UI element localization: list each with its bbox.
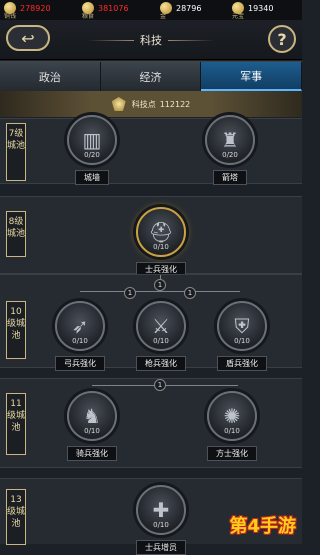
title-line-right <box>168 39 214 41</box>
tech-point-icon <box>111 97 126 111</box>
connector-count: 1 <box>124 287 136 299</box>
tech-node-label: 弓兵强化 <box>55 356 105 371</box>
tech-node-wall[interactable]: ▥ 0/20 城墙 <box>62 115 122 185</box>
tab-economy[interactable]: 经济 <box>100 62 202 91</box>
level-tag: 11级城池 <box>6 393 26 455</box>
title-line-left <box>88 39 134 41</box>
level-tag: 13级城池 <box>6 489 26 545</box>
resource-gold: 金 28796 <box>160 2 202 20</box>
tech-node-label: 骑兵强化 <box>67 446 117 461</box>
tech-node-label: 方士强化 <box>207 446 257 461</box>
tech-node-spear-boost[interactable]: ⚔ 0/10 枪兵强化 <box>131 301 191 371</box>
level-tag: 10级城池 <box>6 301 26 359</box>
back-button[interactable]: ↩ <box>6 25 50 51</box>
back-arrow-icon: ↩ <box>21 28 35 48</box>
resource-bar: 铜钱 278920 粮食 381076 金 28796 元宝 19340 <box>0 0 302 20</box>
tech-node-archer-boost[interactable]: ➶ 0/10 弓兵强化 <box>50 301 110 371</box>
tech-node-arrow-tower[interactable]: ♜ 0/20 箭塔 <box>200 115 260 185</box>
tech-points-bar: 科技点 112122 <box>0 91 302 117</box>
tab-politics[interactable]: 政治 <box>0 62 101 91</box>
tech-node-label: 城墙 <box>75 170 109 185</box>
section-level-7: 7级城池 ▥ 0/20 城墙 ♜ 0/20 箭塔 <box>0 115 302 185</box>
section-level-11: 11级城池 1 ♞ 0/10 骑兵强化 ✺ 0/10 方士强化 <box>0 378 302 468</box>
shield-icon: ⛨ 0/10 <box>217 301 267 351</box>
help-button[interactable]: ? <box>268 25 296 53</box>
tech-node-mage-boost[interactable]: ✺ 0/10 方士强化 <box>202 391 262 461</box>
resource-ingot: 元宝 19340 <box>232 2 274 20</box>
fan-icon: ✺ 0/10 <box>207 391 257 441</box>
tab-military[interactable]: 军事 <box>201 62 303 91</box>
level-tag: 8级城池 <box>6 211 26 257</box>
page-title: 科技 <box>140 34 162 47</box>
tech-node-cavalry-boost[interactable]: ♞ 0/10 骑兵强化 <box>62 391 122 461</box>
tech-node-label: 箭塔 <box>213 170 247 185</box>
tech-node-label: 盾兵强化 <box>217 356 267 371</box>
tech-node-label: 枪兵强化 <box>136 356 186 371</box>
arrows-icon: ➶ 0/10 <box>55 301 105 351</box>
helmet-plus-icon: ✚ 0/10 <box>136 485 186 535</box>
connector-count: 1 <box>154 279 166 291</box>
header: ↩ 科技 ? <box>0 20 302 60</box>
tech-node-shield-boost[interactable]: ⛨ 0/10 盾兵强化 <box>212 301 272 371</box>
connector-line <box>80 291 240 292</box>
level-tag: 7级城池 <box>6 123 26 181</box>
resource-copper: 铜钱 278920 <box>4 2 51 20</box>
soldier-helmet-icon: ⛑ 0/10 <box>136 207 186 257</box>
connector-count: 1 <box>184 287 196 299</box>
section-level-10: 10级城池 1 1 1 ➶ 0/10 弓兵强化 ⚔ 0/10 枪兵强化 ⛨ 0/10 … <box>0 274 302 371</box>
tech-node-soldier-boost[interactable]: ⛑ 0/10 士兵强化 <box>131 207 191 277</box>
wall-icon: ▥ 0/20 <box>67 115 117 165</box>
watermark: 第4手游 <box>229 516 296 537</box>
connector-count: 1 <box>154 379 166 391</box>
horse-icon: ♞ 0/10 <box>67 391 117 441</box>
section-level-8: 8级城池 ⛑ 0/10 士兵强化 <box>0 196 302 277</box>
category-tabs: 政治 经济 军事 <box>0 61 303 91</box>
tech-node-label: 士兵增员 <box>136 540 186 555</box>
title-wrap: 科技 <box>88 32 214 48</box>
spear-icon: ⚔ 0/10 <box>136 301 186 351</box>
tech-node-soldier-increase[interactable]: ✚ 0/10 士兵增员 <box>131 485 191 555</box>
tower-icon: ♜ 0/20 <box>205 115 255 165</box>
resource-food: 粮食 381076 <box>82 2 129 20</box>
tech-points-label: 科技点 <box>131 99 156 109</box>
tech-points-value: 112122 <box>159 99 191 109</box>
